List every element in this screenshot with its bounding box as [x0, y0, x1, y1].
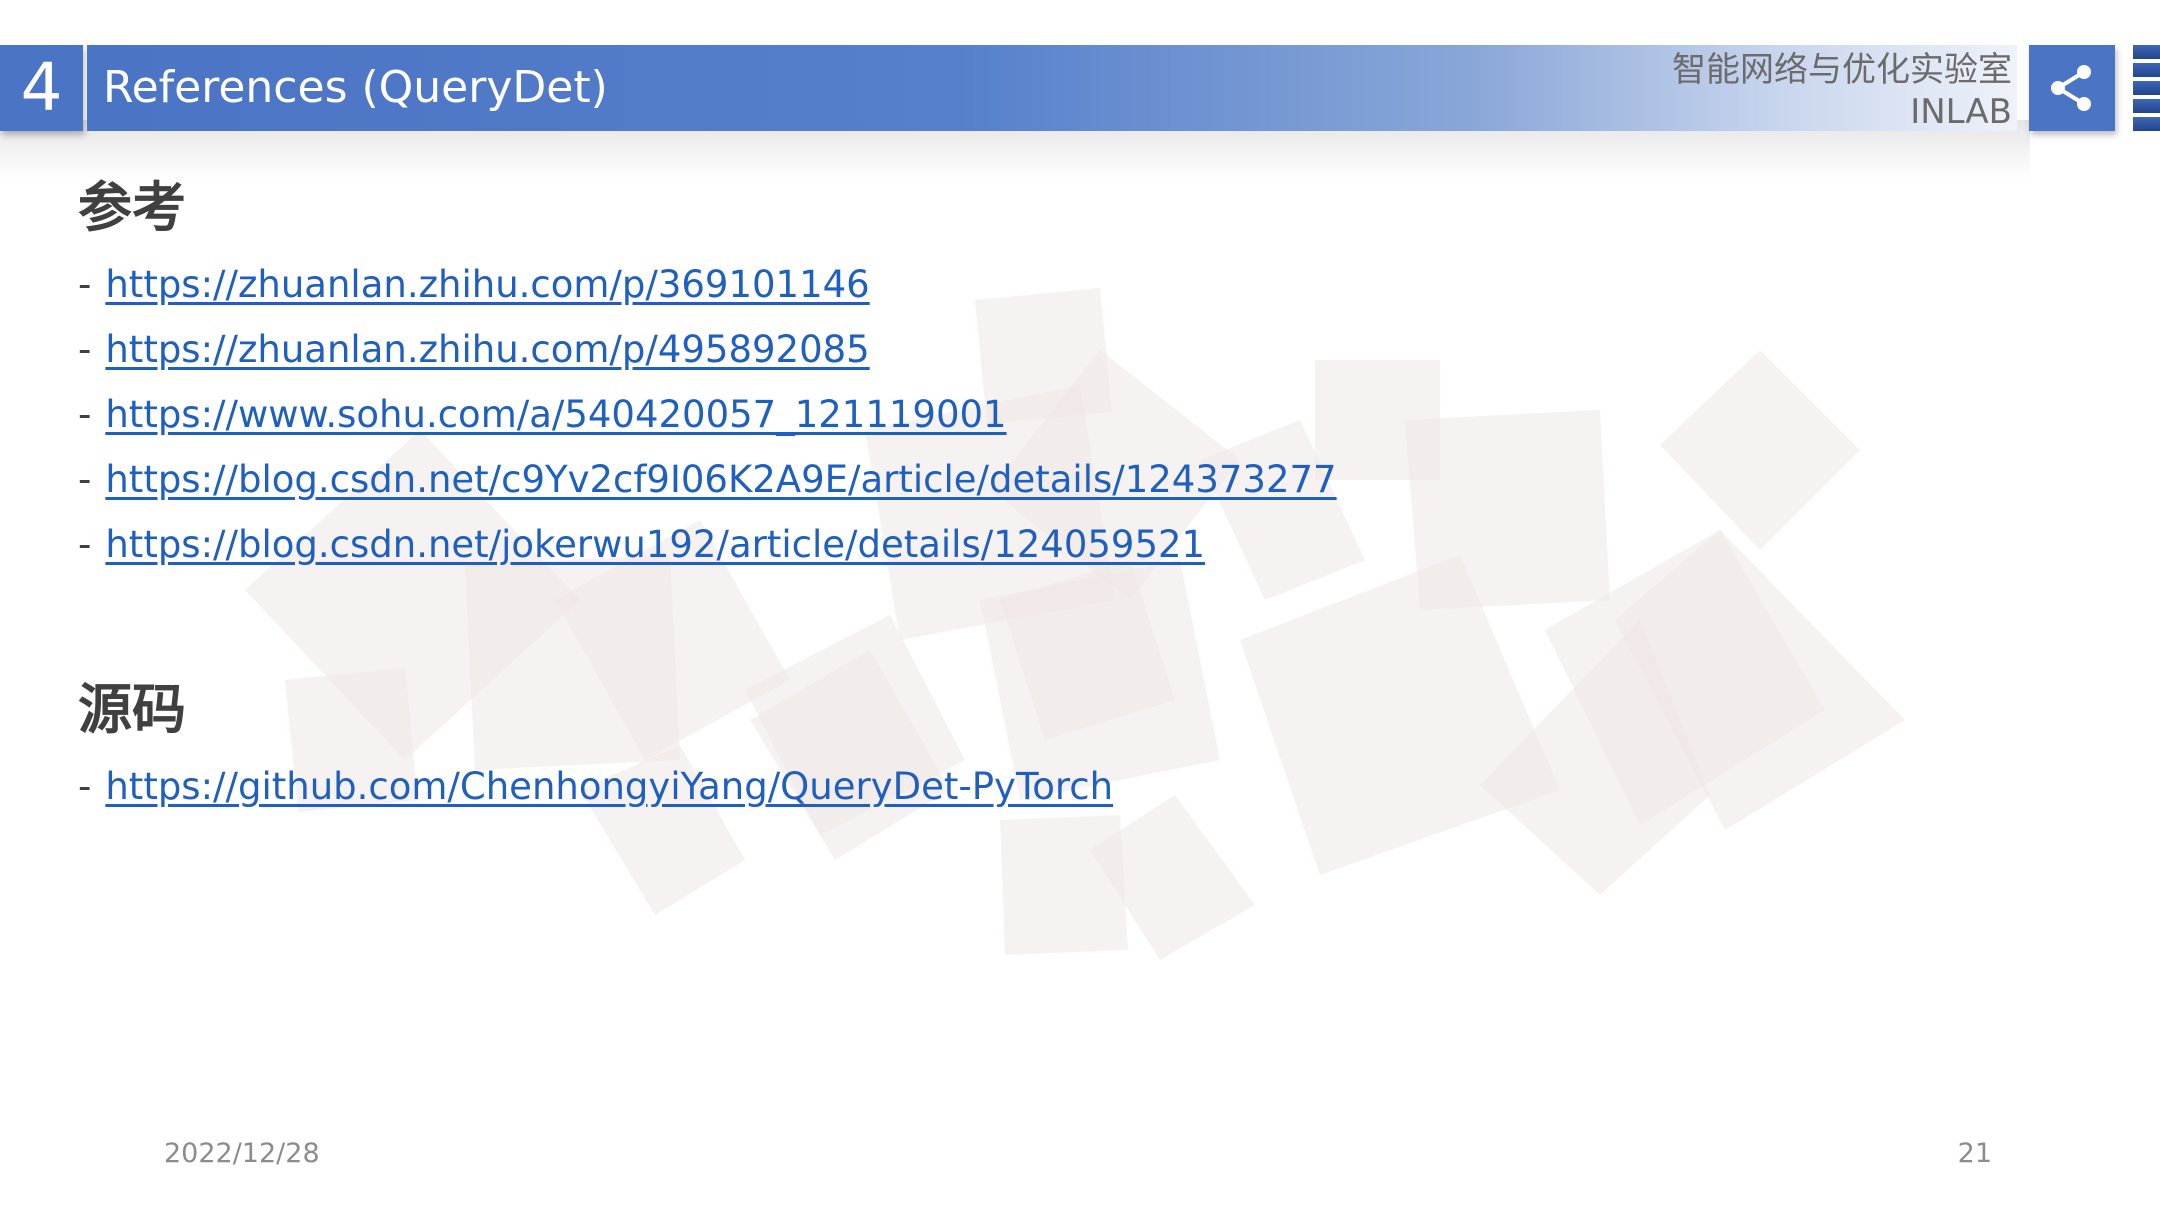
share-icon	[2051, 65, 2091, 111]
list-item: - https://zhuanlan.zhihu.com/p/495892085	[78, 317, 1978, 382]
list-dash: -	[78, 523, 92, 566]
source-code-list: - https://github.com/ChenhongyiYang/Query…	[78, 754, 1978, 819]
lab-name: 智能网络与优化实验室	[1672, 50, 2012, 90]
page-number: 21	[1957, 1138, 1992, 1169]
references-heading: 参考	[78, 176, 186, 239]
list-item: - https://zhuanlan.zhihu.com/p/369101146	[78, 252, 1978, 317]
lab-abbreviation: INLAB	[1910, 92, 2012, 132]
list-dash: -	[78, 263, 92, 306]
slide-title: References (QueryDet)	[103, 62, 608, 113]
reference-link[interactable]: https://blog.csdn.net/jokerwu192/article…	[105, 523, 1205, 566]
list-dash: -	[78, 328, 92, 371]
section-number-badge: 4	[0, 45, 83, 131]
list-item: - https://www.sohu.com/a/540420057_121119…	[78, 382, 1978, 447]
references-list: - https://zhuanlan.zhihu.com/p/369101146 …	[78, 252, 1978, 577]
source-code-heading: 源码	[78, 678, 186, 741]
list-dash: -	[78, 765, 92, 808]
list-dash: -	[78, 393, 92, 436]
source-code-link[interactable]: https://github.com/ChenhongyiYang/QueryD…	[105, 765, 1113, 808]
decor-square	[1000, 815, 1128, 955]
footer-date: 2022/12/28	[164, 1138, 320, 1169]
list-item: - https://blog.csdn.net/c9Yv2cf9I06K2A9E/…	[78, 447, 1978, 512]
reference-link[interactable]: https://blog.csdn.net/c9Yv2cf9I06K2A9E/a…	[105, 458, 1336, 501]
slide-content: 参考 - https://zhuanlan.zhihu.com/p/3691011…	[78, 170, 1978, 819]
reference-link[interactable]: https://zhuanlan.zhihu.com/p/369101146	[105, 263, 869, 306]
share-button[interactable]	[2029, 45, 2115, 131]
list-item: - https://blog.csdn.net/jokerwu192/articl…	[78, 512, 1978, 577]
reference-link[interactable]: https://www.sohu.com/a/540420057_1211190…	[105, 393, 1006, 436]
edge-stripes	[2133, 45, 2160, 133]
slide: 4 References (QueryDet) 智能网络与优化实验室 INLAB…	[0, 0, 2160, 1215]
reference-link[interactable]: https://zhuanlan.zhihu.com/p/495892085	[105, 328, 869, 371]
list-dash: -	[78, 458, 92, 501]
list-item: - https://github.com/ChenhongyiYang/Query…	[78, 754, 1978, 819]
